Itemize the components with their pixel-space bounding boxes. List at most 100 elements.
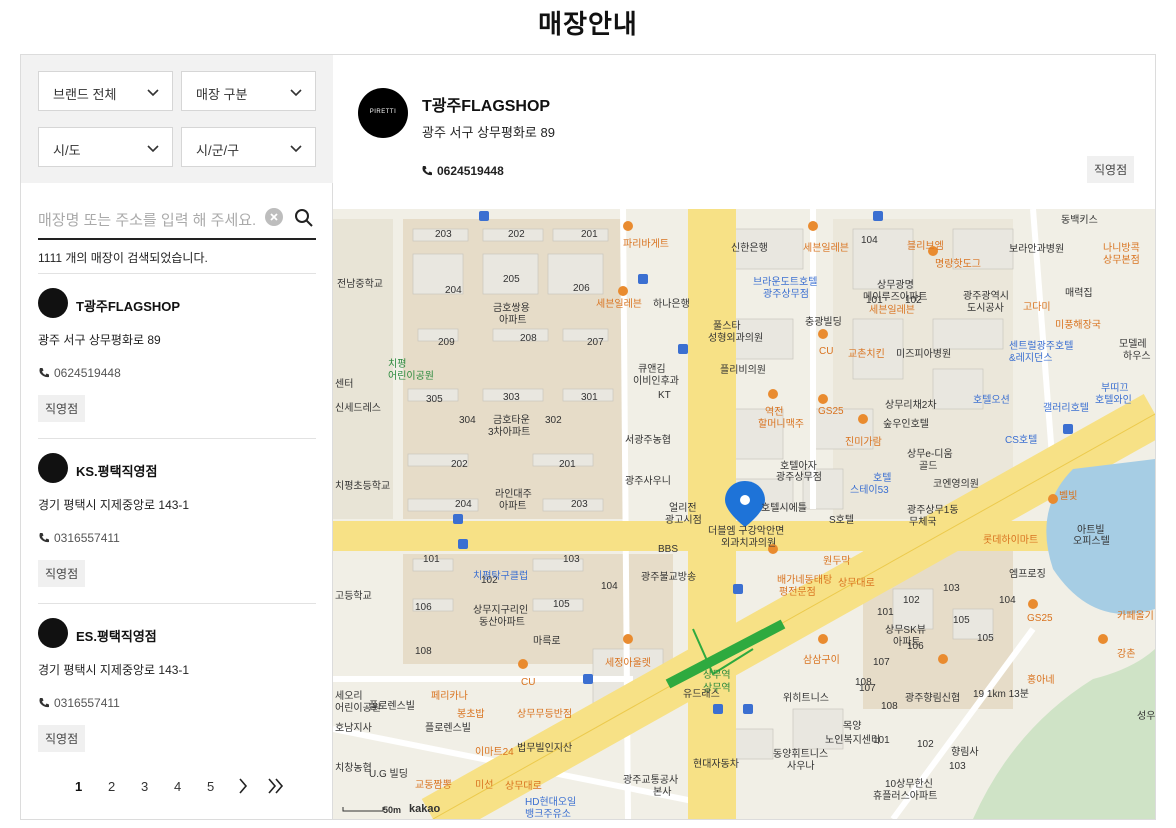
store-locator-panel: 브랜드 전체 매장 구분 시/도 시/군/구 1111 개의 매장 — [20, 54, 1156, 820]
map-label: 미즈피아병원 — [896, 349, 952, 360]
map-label: 뱅크주유소 — [525, 809, 571, 819]
store-address: 경기 평택시 지제중앙로 143-1 — [38, 498, 190, 512]
map-label: 현대자동차 — [693, 759, 739, 770]
map-label: 무체국 — [909, 517, 937, 528]
phone-icon — [39, 368, 49, 378]
map-label: 목양 — [843, 721, 862, 732]
map-label: 호텔와인 — [1095, 395, 1132, 406]
map-label: 광주사우니 — [625, 476, 671, 487]
map-label: 104 — [861, 235, 878, 246]
map-label: 보라안과병원 — [1009, 244, 1065, 255]
map-label: 상무리채2차 — [885, 400, 937, 411]
map-label: 미풍해장국 — [1055, 320, 1101, 331]
page-2[interactable]: 2 — [108, 779, 115, 794]
page-5[interactable]: 5 — [207, 779, 214, 794]
map-label: 202 — [508, 229, 525, 240]
map-label: CU — [521, 677, 536, 688]
map-label: 향림사 — [951, 747, 979, 758]
map-label: 303 — [503, 392, 520, 403]
map-label: 104 — [601, 581, 618, 592]
filter-area: 브랜드 전체 매장 구분 시/도 시/군/구 — [21, 55, 333, 183]
map-label: 진미가람 — [845, 437, 882, 448]
detail-store-phone: 0624519448 — [421, 164, 504, 178]
map-label: 103 — [563, 554, 580, 565]
map-label: 101 — [866, 295, 883, 306]
phone-icon — [39, 533, 49, 543]
map-label: 교동짬뽕 — [415, 780, 452, 791]
map-label: 매력집 — [1065, 288, 1093, 299]
search-icon[interactable] — [294, 208, 314, 228]
detail-store-name: T광주FLAGSHOP — [422, 98, 551, 115]
page-title: 매장안내 — [538, 9, 638, 39]
store-address: 광주 서구 상무평화로 89 — [38, 333, 161, 347]
map-label: 103 — [943, 583, 960, 594]
store-detail: PIRETTI T광주FLAGSHOP 광주 서구 상무평화로 89 06245… — [333, 55, 1155, 819]
map-label: 오피스텔 — [1073, 536, 1110, 547]
district-select[interactable]: 시/군/구 — [181, 127, 316, 167]
map-label: 세븐일레븐 — [803, 243, 849, 254]
map-label: 201 — [559, 459, 576, 470]
map-label: CU — [819, 346, 834, 357]
clear-button[interactable] — [265, 208, 283, 226]
map-label: 엠프로징 — [1009, 569, 1046, 580]
map-label: 102 — [905, 295, 922, 306]
map-label: 호남지사 — [335, 723, 372, 734]
last-page-icon[interactable] — [267, 777, 285, 795]
page-1[interactable]: 1 — [75, 779, 82, 794]
store-list-column: 브랜드 전체 매장 구분 시/도 시/군/구 1111 개의 매장 — [21, 55, 333, 819]
map-label: 숲우인호텔 — [883, 419, 929, 430]
map-label: 갤러리호텔 — [1043, 403, 1089, 414]
map-label: 마륵로 — [533, 636, 561, 647]
page-4[interactable]: 4 — [174, 779, 181, 794]
store-list-item[interactable]: KS.평택직영점 경기 평택시 지제중앙로 143-1 0316557411 직… — [38, 438, 316, 603]
store-map[interactable]: 203 202 201 204 205 206 금호쌍용 아파트 209 208… — [333, 209, 1155, 819]
map-label: 106 — [415, 602, 432, 613]
map-label: 플리비의원 — [720, 365, 766, 376]
map-label: 센터 — [335, 379, 354, 390]
map-label: 아파트 — [499, 315, 527, 326]
map-label: 203 — [435, 229, 452, 240]
store-type-select[interactable]: 매장 구분 — [181, 71, 316, 111]
map-label: 동산아파트 — [479, 617, 525, 628]
store-phone: 0316557411 — [38, 696, 120, 710]
map-label: 304 — [459, 415, 476, 426]
map-label: KT — [658, 390, 671, 401]
map-label: 치창농협 — [335, 763, 372, 774]
map-label: 고다미 — [1023, 302, 1051, 313]
city-select[interactable]: 시/도 — [38, 127, 173, 167]
map-label: U.G 빌딩 — [369, 769, 408, 780]
map-label: 롯데하이마트 — [983, 535, 1039, 546]
map-label: 102 — [917, 739, 934, 750]
next-page-icon[interactable] — [237, 777, 249, 795]
map-label: 상무대로 — [838, 578, 875, 589]
store-type-select-value: 매장 구분 — [196, 87, 248, 102]
map-label: 104 — [999, 595, 1016, 606]
store-phone-number: 0316557411 — [54, 531, 120, 545]
phone-icon — [422, 166, 432, 176]
map-label: 201 — [581, 229, 598, 240]
map-label: 204 — [455, 499, 472, 510]
map-label: 209 — [438, 337, 455, 348]
map-label: 평전문점 — [779, 587, 816, 598]
map-label: 법무빌인지산 — [517, 743, 573, 754]
map-label: 호텔오션 — [973, 395, 1010, 406]
map-label: 치평초등학교 — [335, 481, 391, 492]
brand-select[interactable]: 브랜드 전체 — [38, 71, 173, 111]
map-label: 어린이공원 — [335, 703, 381, 714]
search-input[interactable] — [38, 206, 258, 234]
map-label: 신한은행 — [731, 243, 768, 254]
map-label: 어린이공원 — [388, 371, 434, 382]
map-label: 사우나 — [787, 761, 815, 772]
chevron-down-icon — [290, 145, 302, 153]
map-label: 세븐일레븐 — [596, 299, 642, 310]
page-3[interactable]: 3 — [141, 779, 148, 794]
map-label: 명랑핫도그 — [935, 259, 981, 270]
map-label: 107 — [859, 683, 876, 694]
store-list-item[interactable]: ES.평택직영점 경기 평택시 지제중앙로 143-1 0316557411 직… — [38, 603, 316, 768]
map-label: 107 — [873, 657, 890, 668]
school-block — [333, 219, 393, 519]
map-label: 파리바게트 — [623, 239, 669, 250]
store-list-item[interactable]: T광주FLAGSHOP 광주 서구 상무평화로 89 0624519448 직영… — [38, 273, 316, 438]
close-icon — [270, 213, 278, 221]
brand-logo — [38, 618, 68, 648]
